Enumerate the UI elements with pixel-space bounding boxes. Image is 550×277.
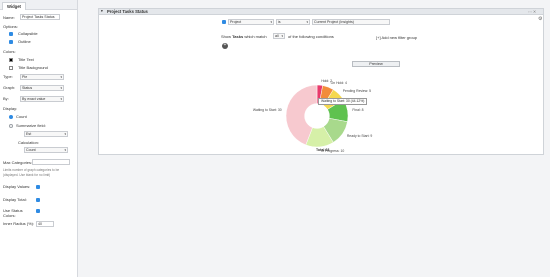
collapsible-label: Collapsible — [18, 31, 38, 36]
tab-bar: Widget — [0, 0, 77, 10]
type-select[interactable]: Pie ▾ — [20, 74, 64, 80]
close-icon[interactable]: ✕ — [533, 9, 537, 14]
summarize-field-select[interactable]: Est ▾ — [24, 131, 68, 137]
graph-select[interactable]: Status ▾ — [20, 85, 64, 91]
filter-operator-value: is — [278, 20, 281, 24]
add-filter-group-link[interactable]: [+] Add new filter group — [376, 35, 417, 40]
pie-label-waiting-to-start: Waiting to Start: 30 — [252, 107, 282, 112]
tasks-word: Tasks — [232, 34, 244, 39]
widget-title-bar[interactable]: ▾ Project Tasks Status — [98, 8, 544, 15]
conditions-text: of the following conditions — [288, 34, 334, 39]
filter-enabled-checkbox[interactable] — [222, 20, 226, 24]
inner-radius-label: Inner Radius (%): — [3, 221, 35, 226]
chevron-down-icon: ▾ — [64, 148, 66, 152]
chevron-down-icon: ▾ — [60, 97, 62, 101]
by-label: By: — [3, 96, 9, 101]
which-match-text: which match — [244, 34, 267, 39]
collapsible-checkbox[interactable] — [9, 32, 13, 36]
count-label: Count — [16, 114, 27, 119]
display-total-label: Display Total: — [3, 197, 27, 202]
summarize-radio[interactable] — [9, 124, 13, 128]
outline-label: Outline — [18, 39, 31, 44]
max-categories-label: Max Categories: — [3, 160, 33, 165]
max-categories-note-line2: (displayed. Use blank for no limit) — [3, 173, 51, 177]
display-total-checkbox[interactable] — [36, 198, 40, 202]
summarize-label: Summarize field: — [16, 123, 46, 128]
pie-label-on-hold: On Hold: 4 — [330, 81, 347, 86]
gear-icon[interactable]: ⚙ — [538, 16, 542, 22]
count-radio[interactable] — [9, 115, 13, 119]
window-controls: ▫▫✕ — [528, 9, 537, 14]
by-select[interactable]: By exact value ▾ — [20, 96, 64, 102]
show-prefix: Show — [221, 34, 232, 39]
calculation-select[interactable]: Count ▾ — [24, 147, 68, 153]
widget-settings-panel: Widget Name: Project Tasks Status Option… — [0, 0, 78, 277]
display-values-label: Display Values: — [3, 184, 31, 189]
type-label: Type: — [3, 74, 13, 79]
filter-field-value: Project — [230, 20, 242, 24]
outline-checkbox[interactable] — [9, 40, 13, 44]
chart-total: Total 68 — [316, 148, 330, 152]
pie-label-final: Final: 8 — [352, 107, 364, 112]
chevron-down-icon: ▾ — [306, 20, 308, 24]
collapse-icon[interactable]: ▾ — [101, 9, 103, 14]
chevron-down-icon: ▾ — [270, 20, 272, 24]
summarize-field-value: Est — [26, 132, 32, 136]
graph-label: Graph: — [3, 85, 16, 90]
type-select-value: Pie — [22, 75, 28, 79]
colors-label: Colors: — [3, 49, 16, 54]
add-condition-button[interactable]: + — [222, 43, 228, 49]
pie-label-ready-to-start: Ready to Start: 9 — [346, 133, 373, 138]
chevron-down-icon: ▾ — [60, 75, 62, 79]
title-background-color-swatch[interactable] — [9, 66, 13, 70]
chevron-down-icon: ▾ — [60, 86, 62, 90]
graph-select-value: Status — [22, 86, 33, 90]
use-status-colors-label-line2: Colors: — [3, 213, 16, 218]
display-values-checkbox[interactable] — [36, 185, 40, 189]
use-status-colors-checkbox[interactable] — [36, 209, 40, 213]
max-categories-input[interactable] — [32, 159, 70, 165]
tab-widget[interactable]: Widget — [2, 2, 26, 10]
chart-tooltip: Waiting to Start: 30 (44.12%) — [318, 98, 368, 105]
pie-label-pending-review: Pending Review: 5 — [342, 89, 372, 94]
match-select[interactable]: all ▾ — [273, 33, 285, 39]
name-label: Name: — [3, 15, 15, 20]
filter-operator-select[interactable]: is ▾ — [276, 19, 310, 25]
by-select-value: By exact value — [22, 97, 46, 101]
chevron-down-icon: ▾ — [281, 34, 283, 38]
display-label: Display: — [3, 106, 18, 111]
preview-button[interactable]: Preview — [352, 61, 400, 67]
filter-value-select[interactable]: Current Project (Insights) — [312, 19, 390, 25]
chevron-down-icon: ▾ — [64, 132, 66, 136]
match-select-value: all — [275, 34, 279, 38]
widget-title: Project Tasks Status — [107, 9, 148, 14]
match-sentence: Show Tasks which match — [221, 34, 267, 39]
filter-value: Current Project (Insights) — [314, 20, 354, 24]
options-label: Options: — [3, 24, 18, 29]
title-text-label: Title Text — [18, 57, 34, 62]
calculation-select-value: Count — [26, 148, 36, 152]
calculation-label: Calculation: — [18, 140, 39, 145]
name-input[interactable]: Project Tasks Status — [20, 14, 60, 20]
title-text-color-swatch[interactable] — [9, 58, 13, 62]
title-background-label: Title Background — [18, 65, 48, 70]
inner-radius-input[interactable]: 40 — [36, 221, 54, 227]
filter-field-select[interactable]: Project ▾ — [228, 19, 274, 25]
